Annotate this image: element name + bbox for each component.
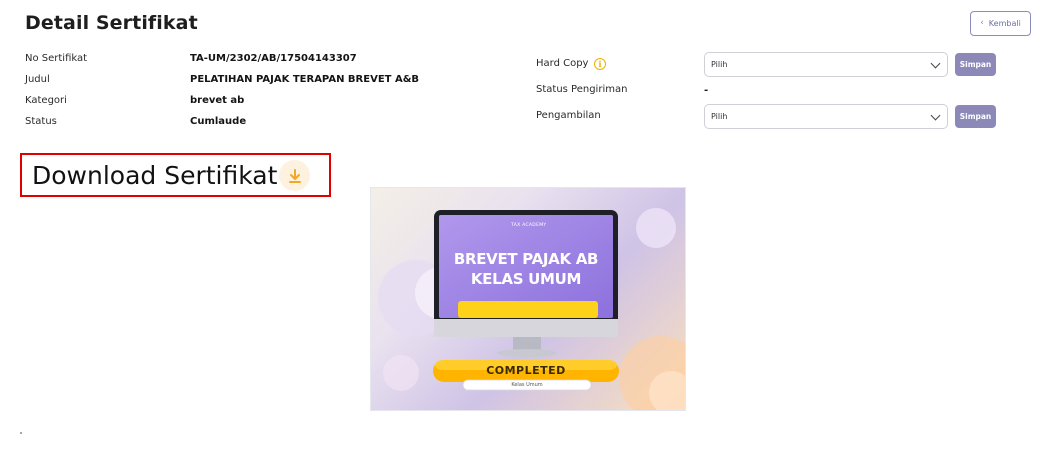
pickup-select-value: Pilih <box>711 112 728 121</box>
info-icon[interactable]: i <box>594 58 606 70</box>
shipping-status-label: Status Pengiriman <box>536 84 628 95</box>
detail-value: Cumlaude <box>190 116 247 127</box>
page-title: Detail Sertifikat <box>25 12 198 34</box>
download-section: Download Sertifikat <box>20 153 331 197</box>
hard-copy-label: Hard Copy <box>536 58 589 69</box>
chevron-down-icon <box>930 58 941 69</box>
chevron-left-icon: ‹ <box>980 18 984 28</box>
pickup-save-button[interactable]: Simpan <box>955 105 996 128</box>
certificate-headline-1: BREVET PAJAK AB <box>453 250 599 268</box>
certificate-preview-image[interactable]: TAX ACADEMY BREVET PAJAK AB KELAS UMUM C… <box>370 187 686 411</box>
detail-value: brevet ab <box>190 95 245 106</box>
stray-dot <box>20 432 22 434</box>
detail-label: Kategori <box>25 95 67 106</box>
pickup-select[interactable]: Pilih <box>704 104 948 129</box>
certificate-completed-sub: Kelas Umum <box>511 382 543 388</box>
hard-copy-select-value: Pilih <box>711 60 728 69</box>
back-button-label: Kembali <box>988 19 1021 28</box>
detail-value: TA-UM/2302/AB/17504143307 <box>190 53 357 64</box>
detail-value: PELATIHAN PAJAK TERAPAN BREVET A&B <box>190 74 420 85</box>
shipping-status-value: - <box>704 85 709 96</box>
pickup-label: Pengambilan <box>536 110 601 121</box>
download-icon[interactable] <box>279 160 310 191</box>
hard-copy-select[interactable]: Pilih <box>704 52 948 77</box>
detail-label: No Sertifikat <box>25 53 88 64</box>
certificate-headline-2: KELAS UMUM <box>470 270 582 288</box>
certificate-completed: COMPLETED <box>486 364 566 377</box>
certificate-brand: TAX ACADEMY <box>511 223 547 228</box>
detail-label: Status <box>25 116 57 127</box>
download-title: Download Sertifikat <box>32 161 278 190</box>
detail-label: Judul <box>25 74 50 85</box>
hard-copy-save-button[interactable]: Simpan <box>955 53 996 76</box>
back-button[interactable]: ‹ Kembali <box>970 11 1031 36</box>
chevron-down-icon <box>930 110 941 121</box>
